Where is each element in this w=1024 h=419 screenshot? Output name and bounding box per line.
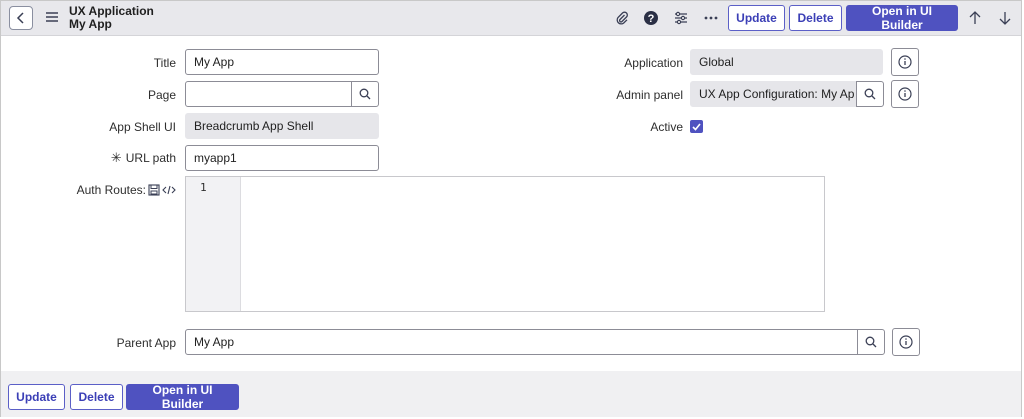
parent-app-lookup-button[interactable] xyxy=(857,329,885,355)
auth-routes-editor[interactable]: 1 xyxy=(185,176,825,312)
info-icon xyxy=(898,87,912,101)
app-shell-ui-field: Breadcrumb App Shell xyxy=(185,113,379,139)
required-icon: ✳ xyxy=(110,151,122,166)
form-header: UX Application My App ? Update Delete Op… xyxy=(1,1,1021,36)
form-footer: Update Delete Open in UI Builder xyxy=(1,371,1021,417)
title-label: Title xyxy=(153,56,176,70)
menu-icon xyxy=(46,12,58,22)
search-icon xyxy=(864,88,876,100)
search-icon xyxy=(865,336,877,348)
back-button[interactable] xyxy=(9,6,33,30)
help-icon: ? xyxy=(644,11,658,25)
checkmark-icon xyxy=(692,122,701,131)
auth-routes-label-group: Auth Routes: xyxy=(77,183,176,197)
info-icon xyxy=(898,55,912,69)
header-delete-button[interactable]: Delete xyxy=(789,5,842,31)
url-path-label: ✳ URL path xyxy=(111,151,176,166)
more-icon xyxy=(704,16,718,20)
application-field: Global xyxy=(690,49,883,75)
code-icon[interactable] xyxy=(162,184,176,196)
active-checkbox[interactable] xyxy=(690,120,703,133)
paperclip-icon xyxy=(616,11,628,25)
personalize-button[interactable] xyxy=(672,9,690,27)
more-options-button[interactable] xyxy=(702,9,720,27)
auth-routes-label: Auth Routes: xyxy=(76,183,146,197)
url-path-label-text: URL path xyxy=(125,151,176,165)
title-input[interactable]: My App xyxy=(185,49,379,75)
application-info-button[interactable] xyxy=(891,48,919,76)
footer-open-ui-builder-button[interactable]: Open in UI Builder xyxy=(126,383,239,411)
page-label: Page xyxy=(147,88,176,102)
application-label: Application xyxy=(624,56,683,70)
arrow-down-icon xyxy=(999,12,1011,25)
admin-panel-field: UX App Configuration: My App xyxy=(690,81,856,107)
search-icon xyxy=(359,88,371,100)
line-number: 1 xyxy=(200,181,207,194)
previous-record-button[interactable] xyxy=(966,9,984,27)
record-name: My App xyxy=(69,17,112,31)
url-path-input[interactable]: myapp1 xyxy=(185,145,379,171)
attachment-button[interactable] xyxy=(613,9,631,27)
menu-button[interactable] xyxy=(45,10,59,24)
help-button[interactable]: ? xyxy=(642,9,660,27)
admin-panel-lookup-button[interactable] xyxy=(856,81,884,107)
header-update-button[interactable]: Update xyxy=(728,5,785,31)
footer-update-button[interactable]: Update xyxy=(8,384,65,410)
parent-app-label: Parent App xyxy=(116,336,176,350)
footer-delete-button[interactable]: Delete xyxy=(70,384,123,410)
record-title: UX Application My App xyxy=(69,5,154,31)
page-input[interactable] xyxy=(185,81,352,107)
page-lookup-button[interactable] xyxy=(351,81,379,107)
info-icon xyxy=(899,335,913,349)
app-shell-ui-label: App Shell UI xyxy=(109,120,176,134)
parent-app-info-button[interactable] xyxy=(892,328,920,356)
arrow-up-icon xyxy=(969,11,981,24)
parent-app-input[interactable]: My App xyxy=(185,329,858,355)
editor-gutter: 1 xyxy=(186,177,241,311)
settings-sliders-icon xyxy=(675,11,687,25)
save-icon[interactable] xyxy=(148,184,160,196)
header-open-ui-builder-button[interactable]: Open in UI Builder xyxy=(846,4,958,32)
svg-text:?: ? xyxy=(648,13,655,25)
admin-panel-info-button[interactable] xyxy=(891,80,919,108)
back-icon xyxy=(16,12,24,24)
active-label: Active xyxy=(650,120,683,134)
next-record-button[interactable] xyxy=(996,9,1014,27)
admin-panel-label: Admin panel xyxy=(616,88,683,102)
